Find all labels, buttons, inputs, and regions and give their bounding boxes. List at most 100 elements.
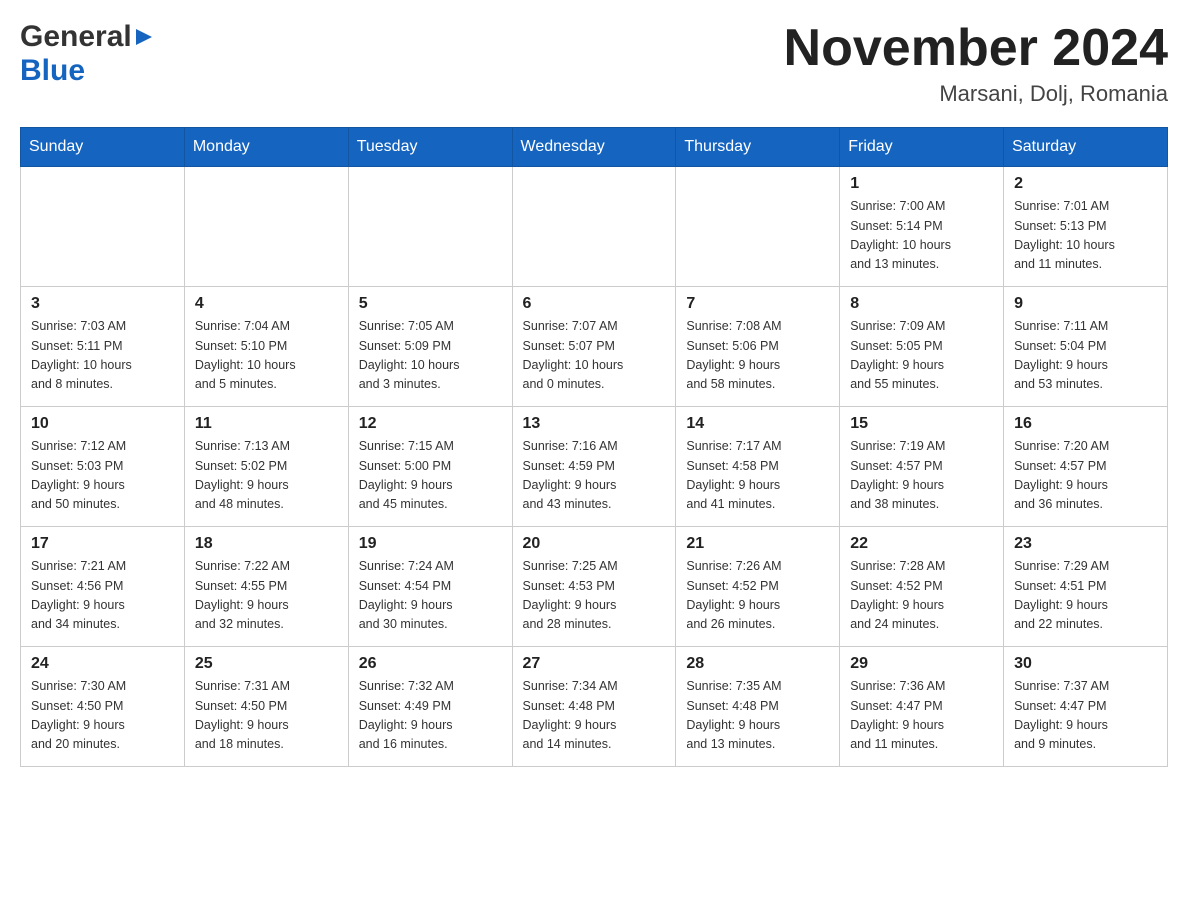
calendar-table: Sunday Monday Tuesday Wednesday Thursday… [20, 127, 1168, 767]
table-row: 5 Sunrise: 7:05 AM Sunset: 5:09 PM Daylig… [348, 287, 512, 407]
table-row: 21 Sunrise: 7:26 AM Sunset: 4:52 PM Dayli… [676, 527, 840, 647]
day-info: Sunrise: 7:35 AM Sunset: 4:48 PM Dayligh… [686, 677, 829, 755]
table-row: 8Sunrise: 7:09 AM Sunset: 5:05 PM Daylig… [840, 287, 1004, 407]
day-number: 19 [359, 535, 502, 553]
logo: General Blue [20, 20, 154, 88]
day-info: Sunrise: 7:13 AM Sunset: 5:02 PM Dayligh… [195, 437, 338, 515]
table-row: 18 Sunrise: 7:22 AM Sunset: 4:55 PM Dayli… [184, 527, 348, 647]
table-row: 20Sunrise: 7:25 AM Sunset: 4:53 PM Dayli… [512, 527, 676, 647]
day-info: Sunrise: 7:20 AM Sunset: 4:57 PM Dayligh… [1014, 437, 1157, 515]
logo-blue-text: Blue [20, 54, 85, 87]
table-row: 22 Sunrise: 7:28 AM Sunset: 4:52 PM Dayli… [840, 527, 1004, 647]
day-number: 21 [686, 535, 829, 553]
table-row: 19 Sunrise: 7:24 AM Sunset: 4:54 PM Dayli… [348, 527, 512, 647]
col-saturday: Saturday [1004, 128, 1168, 167]
day-number: 24 [31, 655, 174, 673]
table-row [21, 167, 185, 287]
day-info: Sunrise: 7:08 AM Sunset: 5:06 PM Dayligh… [686, 317, 829, 395]
day-info: Sunrise: 7:24 AM Sunset: 4:54 PM Dayligh… [359, 557, 502, 635]
table-row: 11 Sunrise: 7:13 AM Sunset: 5:02 PM Dayli… [184, 407, 348, 527]
day-info: Sunrise: 7:19 AM Sunset: 4:57 PM Dayligh… [850, 437, 993, 515]
table-row: 16 Sunrise: 7:20 AM Sunset: 4:57 PM Dayli… [1004, 407, 1168, 527]
table-row [512, 167, 676, 287]
table-row: 6 Sunrise: 7:07 AM Sunset: 5:07 PM Daylig… [512, 287, 676, 407]
day-number: 30 [1014, 655, 1157, 673]
calendar-week-row: 3 Sunrise: 7:03 AM Sunset: 5:11 PM Daylig… [21, 287, 1168, 407]
day-number: 28 [686, 655, 829, 673]
day-info: Sunrise: 7:04 AM Sunset: 5:10 PM Dayligh… [195, 317, 338, 395]
day-number: 29 [850, 655, 993, 673]
day-info: Sunrise: 7:29 AM Sunset: 4:51 PM Dayligh… [1014, 557, 1157, 635]
day-info: Sunrise: 7:28 AM Sunset: 4:52 PM Dayligh… [850, 557, 993, 635]
day-info: Sunrise: 7:11 AM Sunset: 5:04 PM Dayligh… [1014, 317, 1157, 395]
day-number: 3 [31, 295, 174, 313]
day-info: Sunrise: 7:22 AM Sunset: 4:55 PM Dayligh… [195, 557, 338, 635]
day-number: 25 [195, 655, 338, 673]
day-number: 26 [359, 655, 502, 673]
table-row: 24Sunrise: 7:30 AM Sunset: 4:50 PM Dayli… [21, 647, 185, 767]
table-row: 15 Sunrise: 7:19 AM Sunset: 4:57 PM Dayli… [840, 407, 1004, 527]
day-info: Sunrise: 7:37 AM Sunset: 4:47 PM Dayligh… [1014, 677, 1157, 755]
day-info: Sunrise: 7:36 AM Sunset: 4:47 PM Dayligh… [850, 677, 993, 755]
table-row: 4 Sunrise: 7:04 AM Sunset: 5:10 PM Daylig… [184, 287, 348, 407]
day-info: Sunrise: 7:31 AM Sunset: 4:50 PM Dayligh… [195, 677, 338, 755]
table-row: 7 Sunrise: 7:08 AM Sunset: 5:06 PM Daylig… [676, 287, 840, 407]
table-row: 12Sunrise: 7:15 AM Sunset: 5:00 PM Dayli… [348, 407, 512, 527]
table-row [676, 167, 840, 287]
table-row [348, 167, 512, 287]
calendar-week-row: 17Sunrise: 7:21 AM Sunset: 4:56 PM Dayli… [21, 527, 1168, 647]
table-row [184, 167, 348, 287]
day-number: 7 [686, 295, 829, 313]
col-monday: Monday [184, 128, 348, 167]
calendar-header-row: Sunday Monday Tuesday Wednesday Thursday… [21, 128, 1168, 167]
day-number: 12 [359, 415, 502, 433]
table-row: 2 Sunrise: 7:01 AM Sunset: 5:13 PM Daylig… [1004, 167, 1168, 287]
day-number: 13 [523, 415, 666, 433]
day-number: 6 [523, 295, 666, 313]
day-number: 14 [686, 415, 829, 433]
day-info: Sunrise: 7:03 AM Sunset: 5:11 PM Dayligh… [31, 317, 174, 395]
day-number: 27 [523, 655, 666, 673]
col-sunday: Sunday [21, 128, 185, 167]
day-info: Sunrise: 7:16 AM Sunset: 4:59 PM Dayligh… [523, 437, 666, 515]
calendar-week-row: 24Sunrise: 7:30 AM Sunset: 4:50 PM Dayli… [21, 647, 1168, 767]
day-number: 2 [1014, 175, 1157, 193]
day-info: Sunrise: 7:32 AM Sunset: 4:49 PM Dayligh… [359, 677, 502, 755]
table-row: 3 Sunrise: 7:03 AM Sunset: 5:11 PM Daylig… [21, 287, 185, 407]
day-number: 16 [1014, 415, 1157, 433]
table-row: 14Sunrise: 7:17 AM Sunset: 4:58 PM Dayli… [676, 407, 840, 527]
day-info: Sunrise: 7:25 AM Sunset: 4:53 PM Dayligh… [523, 557, 666, 635]
day-number: 15 [850, 415, 993, 433]
day-number: 4 [195, 295, 338, 313]
col-wednesday: Wednesday [512, 128, 676, 167]
day-number: 18 [195, 535, 338, 553]
day-number: 23 [1014, 535, 1157, 553]
day-info: Sunrise: 7:05 AM Sunset: 5:09 PM Dayligh… [359, 317, 502, 395]
day-info: Sunrise: 7:26 AM Sunset: 4:52 PM Dayligh… [686, 557, 829, 635]
day-info: Sunrise: 7:12 AM Sunset: 5:03 PM Dayligh… [31, 437, 174, 515]
day-number: 1 [850, 175, 993, 193]
title-area: November 2024 Marsani, Dolj, Romania [784, 20, 1168, 107]
col-tuesday: Tuesday [348, 128, 512, 167]
day-info: Sunrise: 7:07 AM Sunset: 5:07 PM Dayligh… [523, 317, 666, 395]
calendar-title: November 2024 [784, 20, 1168, 77]
table-row: 29 Sunrise: 7:36 AM Sunset: 4:47 PM Dayli… [840, 647, 1004, 767]
table-row: 17Sunrise: 7:21 AM Sunset: 4:56 PM Dayli… [21, 527, 185, 647]
logo-arrow-icon [134, 27, 154, 52]
day-info: Sunrise: 7:34 AM Sunset: 4:48 PM Dayligh… [523, 677, 666, 755]
table-row: 23 Sunrise: 7:29 AM Sunset: 4:51 PM Dayli… [1004, 527, 1168, 647]
day-info: Sunrise: 7:09 AM Sunset: 5:05 PM Dayligh… [850, 317, 993, 395]
day-number: 22 [850, 535, 993, 553]
day-number: 10 [31, 415, 174, 433]
day-number: 5 [359, 295, 502, 313]
day-number: 9 [1014, 295, 1157, 313]
table-row: 9 Sunrise: 7:11 AM Sunset: 5:04 PM Daylig… [1004, 287, 1168, 407]
table-row: 13 Sunrise: 7:16 AM Sunset: 4:59 PM Dayli… [512, 407, 676, 527]
table-row: 1Sunrise: 7:00 AM Sunset: 5:14 PM Daylig… [840, 167, 1004, 287]
day-info: Sunrise: 7:01 AM Sunset: 5:13 PM Dayligh… [1014, 197, 1157, 275]
table-row: 25 Sunrise: 7:31 AM Sunset: 4:50 PM Dayli… [184, 647, 348, 767]
table-row: 28 Sunrise: 7:35 AM Sunset: 4:48 PM Dayli… [676, 647, 840, 767]
calendar-week-row: 1Sunrise: 7:00 AM Sunset: 5:14 PM Daylig… [21, 167, 1168, 287]
day-info: Sunrise: 7:21 AM Sunset: 4:56 PM Dayligh… [31, 557, 174, 635]
day-number: 11 [195, 415, 338, 433]
